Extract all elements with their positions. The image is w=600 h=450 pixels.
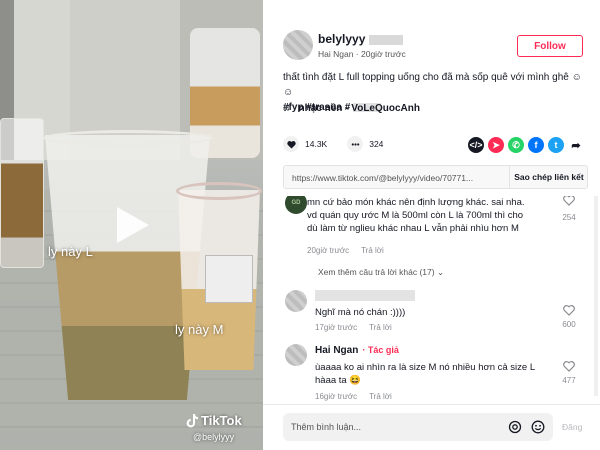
whatsapp-icon[interactable]: ✆ <box>508 137 524 153</box>
post-button[interactable]: Đăng <box>562 422 582 432</box>
video-watermark-handle: @belylyyy <box>193 432 235 442</box>
comment-count: 324 <box>369 139 384 149</box>
reply-link[interactable]: Trả lời <box>369 392 392 401</box>
music-note-icon: ♫ <box>283 103 291 114</box>
play-icon[interactable] <box>113 205 151 245</box>
share-buttons: </> ➤ ✆ f t ➦ <box>468 137 584 153</box>
author-name: Hai Ngan <box>318 49 354 59</box>
share-arrow-icon[interactable]: ➦ <box>568 137 584 153</box>
tiktok-note-icon <box>186 413 198 427</box>
copy-link-box: https://www.tiktok.com/@belylyyy/video/7… <box>283 165 588 189</box>
comment-text: mn cứ bảo món khác nên định lượng khác. … <box>307 197 525 234</box>
comment-composer: Đăng <box>263 404 600 450</box>
comment-input-box <box>283 413 553 441</box>
reply-link[interactable]: Trả lời <box>361 246 384 255</box>
tiktok-watermark: TikTok <box>186 413 242 428</box>
author-avatar[interactable] <box>283 30 313 60</box>
tiktok-watermark-text: TikTok <box>201 413 242 428</box>
music-link[interactable]: ♫ nhạc nền - VoLeQuocAnh <box>283 103 420 114</box>
author-subline: Hai Ngan · 20giờ trước <box>318 49 406 59</box>
redaction-bar <box>368 34 403 45</box>
video-caption-right: ly này M <box>175 322 224 337</box>
video-cup-large-rim <box>43 130 213 146</box>
video-cup-left <box>0 118 44 268</box>
video-caption-left: ly này L <box>48 244 93 259</box>
caption-text: thất tình đặt L full topping uống cho đã… <box>283 72 582 98</box>
video-cup-label <box>205 255 253 303</box>
tiktok-page: ly này L ly này M TikTok @belylyyy belyl… <box>0 0 600 450</box>
comment-meta: 17giờ trước Trả lời <box>315 323 392 332</box>
comments-scrollbar[interactable] <box>594 196 598 396</box>
comment-time: 20giờ trước <box>307 246 350 255</box>
comment-text: ùaaaa ko ai nhìn ra là size M nó nhiều h… <box>315 362 536 386</box>
facebook-icon[interactable]: f <box>528 137 544 153</box>
engagement-stats: 14.3K 324 <box>283 136 383 152</box>
reply-link[interactable]: Trả lời <box>369 323 392 332</box>
comment-like-count: 600 <box>562 320 576 329</box>
heart-icon[interactable] <box>283 136 299 152</box>
twitter-icon[interactable]: t <box>548 137 564 153</box>
like-stat[interactable]: 14.3K <box>283 136 327 152</box>
comment-avatar[interactable] <box>285 290 307 312</box>
redaction-bar <box>315 290 415 301</box>
comment-author-name[interactable]: Hai Ngan · Tác giả <box>315 345 399 356</box>
comment-like-icon[interactable] <box>563 196 575 206</box>
comment-text: Nghĩ mà nó chán :)))) <box>315 307 406 318</box>
comment-stat[interactable]: 324 <box>347 136 383 152</box>
detail-panel: belylyyy Hai Ngan · 20giờ trước Follow t… <box>263 0 600 450</box>
follow-button[interactable]: Follow <box>517 35 583 57</box>
like-count: 14.3K <box>305 139 328 149</box>
comment-input[interactable] <box>283 413 483 441</box>
comment-list: GD mn cứ bảo món khác nên định lượng khá… <box>263 196 600 406</box>
comment-time: 17giờ trước <box>315 323 358 332</box>
comment-meta: 20giờ trước Trả lời <box>307 246 384 255</box>
view-more-replies[interactable]: Xem thêm câu trả lời khác (17) ⌄ <box>318 267 444 278</box>
video-cup-medium-rim <box>176 182 262 200</box>
author-header: belylyyy Hai Ngan · 20giờ trước Follow <box>263 0 600 62</box>
comment-icon[interactable] <box>347 136 364 152</box>
music-title: nhạc nền - VoLeQuocAnh <box>298 103 420 114</box>
post-time: 20giờ trước <box>361 49 406 59</box>
video-player[interactable]: ly này L ly này M TikTok @belylyyy <box>0 0 263 450</box>
comment-like-count: 477 <box>562 376 576 385</box>
comment-avatar[interactable] <box>285 344 307 366</box>
author-username[interactable]: belylyyy <box>318 32 403 46</box>
comment-avatar[interactable]: GD <box>285 196 307 214</box>
comment-like-count: 254 <box>562 213 576 222</box>
comment-like-icon[interactable] <box>563 361 575 372</box>
mention-icon[interactable] <box>508 420 522 434</box>
comment-meta: 16giờ trước Trả lời <box>315 392 392 401</box>
send-icon[interactable]: ➤ <box>488 137 504 153</box>
comment-time: 16giờ trước <box>315 392 358 401</box>
emoji-icon[interactable] <box>531 420 545 434</box>
author-badge: · Tác giả <box>362 345 399 355</box>
embed-icon[interactable]: </> <box>468 137 484 153</box>
comment-like-icon[interactable] <box>563 305 575 316</box>
copy-link-button[interactable]: Sao chép liên kết <box>509 166 588 188</box>
video-url[interactable]: https://www.tiktok.com/@belylyyy/video/7… <box>292 173 492 183</box>
